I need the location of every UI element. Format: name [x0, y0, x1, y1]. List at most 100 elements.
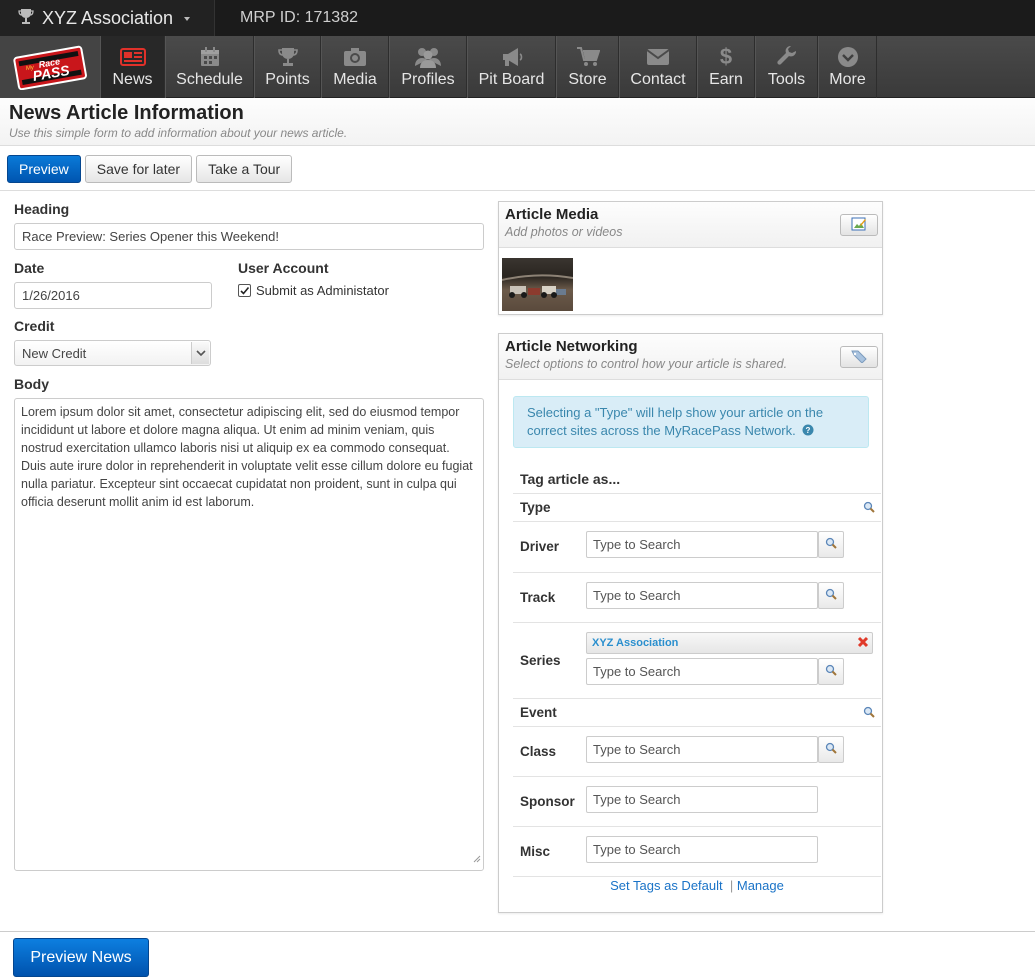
search-icon [825, 537, 837, 552]
misc-search-input[interactable]: Type to Search [586, 836, 818, 863]
page-subtitle: Use this simple form to add information … [9, 126, 348, 140]
edit-picture-icon [851, 217, 867, 234]
nav-label: News [112, 71, 153, 88]
nav-more[interactable]: More [818, 36, 877, 98]
help-icon[interactable]: ? [802, 423, 814, 441]
driver-search-input[interactable]: Type to Search [586, 531, 818, 558]
body-text: Lorem ipsum dolor sit amet, consectetur … [21, 405, 473, 509]
sponsor-search-input[interactable]: Type to Search [586, 786, 818, 813]
search-icon [825, 742, 837, 757]
people-icon [414, 45, 442, 69]
tag-row-series: Series XYZ Association Type to Search [513, 622, 881, 698]
class-search-input[interactable]: Type to Search [586, 736, 818, 763]
credit-select[interactable]: New Credit [14, 340, 211, 366]
type-info-text: Selecting a "Type" will help show your a… [527, 405, 824, 438]
tag-row-misc: Misc Type to Search [513, 826, 881, 877]
top-bar: XYZ Association MRP ID: 171382 [0, 0, 1035, 36]
nav-profiles[interactable]: Profiles [389, 36, 467, 98]
main-nav: Race PASS My News Schedule Points Media [0, 36, 1035, 98]
series-search-input[interactable]: Type to Search [586, 658, 818, 685]
class-search-button[interactable] [818, 736, 844, 763]
mrp-id: MRP ID: 171382 [240, 9, 358, 26]
preview-news-button[interactable]: Preview News [13, 938, 149, 977]
remove-tag-icon[interactable] [856, 635, 870, 652]
preview-button[interactable]: Preview [7, 154, 81, 183]
nav-label: Earn [709, 71, 743, 88]
megaphone-icon [500, 45, 524, 69]
heading-input[interactable]: Race Preview: Series Opener this Weekend… [14, 223, 484, 250]
search-icon[interactable] [863, 706, 875, 721]
nav-schedule[interactable]: Schedule [165, 36, 254, 98]
search-icon [825, 588, 837, 603]
camera-icon [343, 45, 367, 69]
nav-label: Profiles [401, 71, 455, 88]
media-thumbnail[interactable] [502, 258, 573, 311]
newspaper-icon [119, 45, 146, 69]
nav-news[interactable]: News [100, 36, 165, 98]
body-label: Body [14, 376, 49, 392]
tag-label-driver: Driver [520, 539, 560, 554]
page-header: News Article Information Use this simple… [0, 98, 1035, 146]
heading-label: Heading [14, 201, 70, 217]
myracepass-logo[interactable]: Race PASS My [0, 36, 100, 98]
calendar-icon [199, 45, 221, 69]
article-networking-header: Article Networking Select options to con… [499, 334, 882, 380]
nav-points[interactable]: Points [254, 36, 321, 98]
track-search-button[interactable] [818, 582, 844, 609]
nav-label: Store [568, 71, 607, 88]
article-media-header: Article Media Add photos or videos [499, 202, 882, 248]
manage-link[interactable]: Manage [737, 878, 784, 893]
link-separator: | [729, 878, 734, 893]
tag-row-event: Event [513, 698, 881, 726]
tag-label-sponsor: Sponsor [520, 794, 575, 809]
article-media-subtitle: Add photos or videos [505, 225, 623, 239]
add-media-button[interactable] [840, 214, 878, 236]
date-input[interactable]: 1/26/2016 [14, 282, 212, 309]
chevron-down-icon [184, 17, 191, 21]
tag-row-sponsor: Sponsor Type to Search [513, 776, 881, 826]
body-textarea[interactable]: Lorem ipsum dolor sit amet, consectetur … [14, 398, 484, 871]
article-networking-subtitle: Select options to control how your artic… [505, 357, 788, 371]
credit-selected-value: New Credit [22, 345, 87, 361]
cart-icon [576, 45, 600, 69]
series-search-button[interactable] [818, 658, 844, 685]
trophy-icon [18, 8, 34, 29]
driver-search-button[interactable] [818, 531, 844, 558]
save-for-later-button[interactable]: Save for later [84, 154, 193, 183]
admin-checkbox-row[interactable]: Submit as Administator [238, 283, 389, 298]
user-account-label: User Account [238, 260, 329, 276]
nav-earn[interactable]: $ Earn [697, 36, 755, 98]
tag-row-driver: Driver Type to Search [513, 521, 881, 572]
nav-tools[interactable]: Tools [755, 36, 818, 98]
org-switcher[interactable]: XYZ Association [0, 0, 215, 36]
tag-row-type: Type [513, 493, 881, 521]
article-media-title: Article Media [505, 206, 599, 223]
tag-label-class: Class [520, 744, 557, 759]
page-title: News Article Information [9, 102, 244, 124]
search-icon[interactable] [863, 501, 875, 516]
nav-contact[interactable]: Contact [619, 36, 697, 98]
chevron-circle-icon [837, 45, 859, 69]
take-tour-button[interactable]: Take a Tour [196, 154, 293, 183]
article-networking-title: Article Networking [505, 338, 638, 355]
nav-media[interactable]: Media [321, 36, 389, 98]
envelope-icon [646, 45, 670, 69]
article-media-panel: Article Media Add photos or videos [498, 201, 883, 315]
nav-pit-board[interactable]: Pit Board [467, 36, 556, 98]
nav-label: Schedule [176, 71, 243, 88]
set-tags-default-link[interactable]: Set Tags as Default [610, 878, 723, 893]
admin-checkbox[interactable] [238, 284, 251, 297]
svg-text:?: ? [806, 426, 811, 435]
resize-handle-icon[interactable] [473, 850, 481, 868]
tag-label-series: Series [520, 653, 561, 668]
tag-label-misc: Misc [520, 844, 551, 859]
search-icon [825, 664, 837, 679]
tags-button[interactable] [840, 346, 878, 368]
track-search-input[interactable]: Type to Search [586, 582, 818, 609]
nav-label: Pit Board [478, 71, 545, 88]
article-networking-panel: Article Networking Select options to con… [498, 333, 883, 913]
nav-label: Media [333, 71, 377, 88]
nav-store[interactable]: Store [556, 36, 619, 98]
nav-label: Points [265, 71, 310, 88]
admin-checkbox-label: Submit as Administator [256, 283, 389, 298]
